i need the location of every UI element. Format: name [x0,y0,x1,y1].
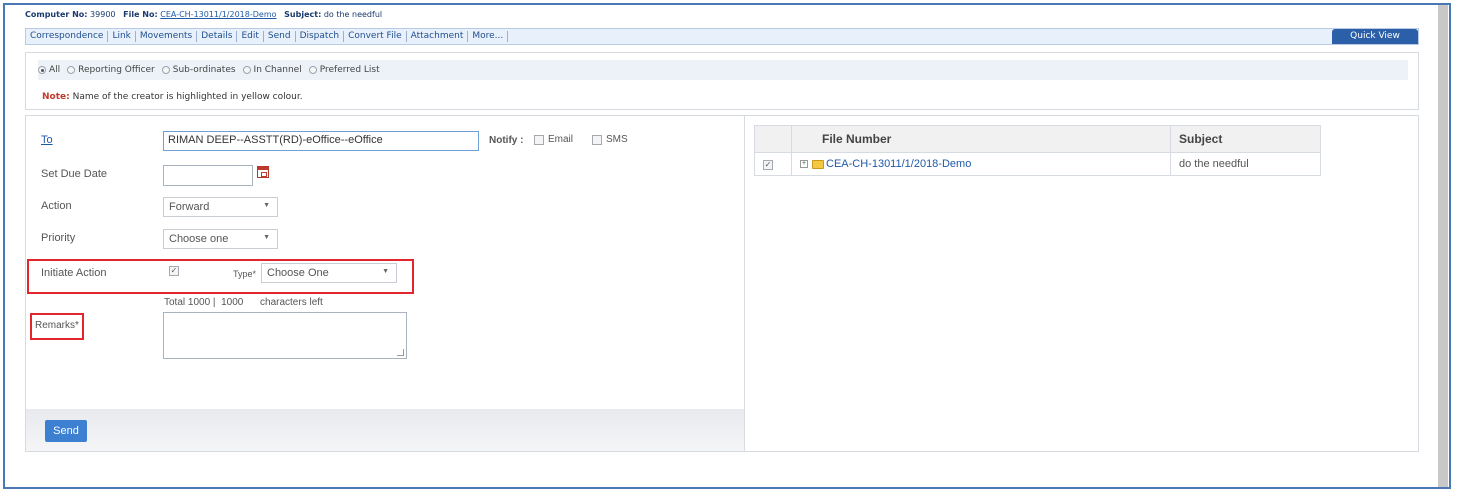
tab-details[interactable]: Details [197,31,238,42]
type-select[interactable]: Choose One ▼ [261,263,397,283]
radio-selected-icon [38,66,46,74]
row-checkbox[interactable]: ✓ [763,160,773,170]
radio-sub-ordinates[interactable]: Sub-ordinates [161,65,236,75]
radio-reporting-officer[interactable]: Reporting Officer [67,65,155,75]
calendar-icon[interactable] [257,166,269,178]
file-number-header: File Number [791,125,1171,153]
send-button[interactable]: Send [45,420,87,442]
send-form: To RIMAN DEEP--ASSTT(RD)-eOffice--eOffic… [26,116,745,451]
file-number-link[interactable]: CEA-CH-13011/1/2018-Demo [826,158,971,170]
sms-label: SMS [606,134,628,145]
note-text: Note: Name of the creator is highlighted… [42,92,303,102]
radio-preferred-list[interactable]: Preferred List [308,65,380,75]
send-panel: To RIMAN DEEP--ASSTT(RD)-eOffice--eOffic… [25,115,1419,452]
initiate-action-label: Initiate Action [41,267,107,279]
radio-icon [67,66,76,74]
char-left-count: 1000 [221,297,244,308]
select-column-header [754,125,792,153]
computer-no: 39900 [90,10,116,19]
radio-in-channel[interactable]: In Channel [242,65,302,75]
recipient-filter-radios: All Reporting Officer Sub-ordinates In C… [38,60,1408,80]
file-info-bar: Computer No: 39900 File No: CEA-CH-13011… [25,10,382,19]
radio-icon [308,66,317,74]
file-no-link[interactable]: CEA-CH-13011/1/2018-Demo [160,10,276,19]
expand-icon[interactable]: + [800,160,808,169]
priority-select[interactable]: Choose one ▼ [163,229,278,249]
radio-all[interactable]: All [38,65,60,75]
sms-checkbox[interactable] [592,135,602,145]
priority-label: Priority [41,232,76,244]
tab-link[interactable]: Link [108,31,136,42]
filter-panel: All Reporting Officer Sub-ordinates In C… [25,52,1419,110]
radio-icon [242,66,251,74]
radio-icon [161,66,170,74]
resize-handle-icon[interactable] [397,349,404,356]
due-date-field[interactable] [163,165,253,186]
email-label: Email [548,134,574,145]
chevron-down-icon: ▼ [263,234,270,241]
email-checkbox[interactable] [534,135,544,145]
due-date-label: Set Due Date [41,168,108,180]
action-label: Action [41,200,72,212]
tab-correspondence[interactable]: Correspondence [26,31,109,42]
initiate-action-checkbox[interactable]: ✓ [169,266,179,276]
subject-label: Subject: [284,10,322,19]
table-header-row: File Number Subject [754,125,1321,153]
notify-label: Notify : [489,135,524,146]
action-select[interactable]: Forward ▼ [163,197,278,217]
folder-icon [812,159,824,169]
to-field[interactable]: RIMAN DEEP--ASSTT(RD)-eOffice--eOffice [163,131,479,151]
tab-more[interactable]: More... [468,31,509,42]
subject-value: do the needful [323,10,383,19]
remarks-textarea[interactable] [163,312,407,359]
char-counter: Total 1000 | 1000 characters left [164,297,323,308]
quick-view-button[interactable]: Quick View [1332,29,1418,44]
type-label: Type* [233,269,257,279]
file-table: File Number Subject ✓ + CEA-CH-13011/1/20… [754,125,1321,176]
tab-bar: Correspondence Link Movements Details Ed… [25,28,1419,45]
computer-no-label: Computer No: [25,10,88,19]
chevron-down-icon: ▼ [263,202,270,209]
table-row: ✓ + CEA-CH-13011/1/2018-Demo do the needf… [754,152,1321,176]
note-label: Note: [42,92,70,102]
tab-convert-file[interactable]: Convert File [344,31,407,42]
tab-attachment[interactable]: Attachment [407,31,469,42]
window-frame: Computer No: 39900 File No: CEA-CH-13011… [3,3,1451,489]
chevron-down-icon: ▼ [382,268,389,275]
remarks-label: Remarks* [35,320,79,331]
tab-send[interactable]: Send [264,31,296,42]
row-select-cell: ✓ [754,152,792,176]
to-label-link[interactable]: To [41,134,53,146]
subject-header: Subject [1170,125,1321,153]
form-footer: Send [26,409,744,451]
tab-movements[interactable]: Movements [136,31,198,42]
file-no-label: File No: [123,10,158,19]
vertical-scrollbar[interactable] [1438,5,1448,487]
file-number-cell: + CEA-CH-13011/1/2018-Demo [791,152,1171,176]
subject-cell: do the needful [1170,152,1321,176]
tab-edit[interactable]: Edit [237,31,264,42]
tab-dispatch[interactable]: Dispatch [296,31,345,42]
